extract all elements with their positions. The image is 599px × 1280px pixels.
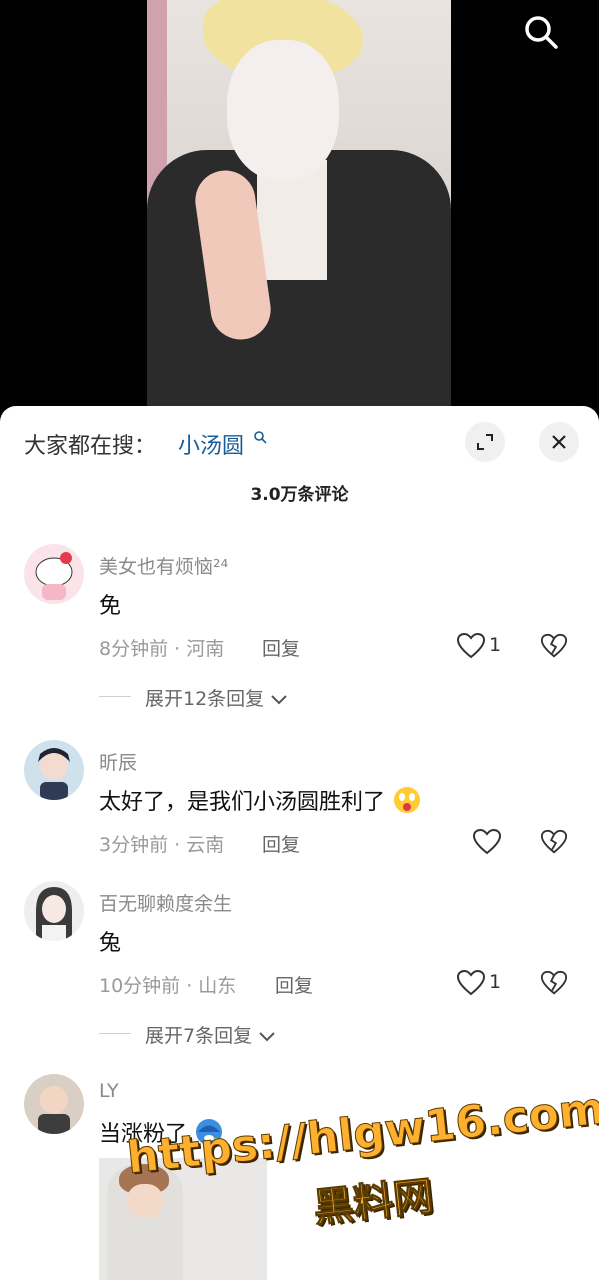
avatar[interactable]: [24, 1074, 84, 1134]
dislike-broken-heart-icon[interactable]: [540, 828, 568, 856]
chevron-down-icon: [271, 694, 287, 704]
reply-button[interactable]: 回复: [262, 830, 300, 857]
like-heart-icon[interactable]: [456, 632, 486, 660]
baby-photo-avatar-icon: [38, 1086, 70, 1134]
anime-girl-avatar-icon: [36, 887, 72, 941]
expand-icon: [477, 434, 493, 450]
trending-search-term[interactable]: 小汤圆: [178, 428, 244, 460]
comment-text: 免: [99, 594, 122, 619]
close-button[interactable]: [539, 422, 579, 462]
close-icon: [552, 435, 566, 449]
photo-face: [127, 1184, 163, 1218]
chevron-down-icon: [259, 1031, 275, 1041]
comment-text: 兔: [99, 931, 122, 956]
expand-replies-button[interactable]: 展开7条回复: [145, 1021, 276, 1048]
like-count: 1: [489, 971, 502, 993]
like-heart-icon[interactable]: [456, 969, 486, 997]
anime-boy-avatar-icon: [38, 748, 70, 800]
divider-line: [99, 1033, 131, 1034]
comment-username[interactable]: 美女也有烦恼²⁴: [99, 552, 228, 579]
video-player[interactable]: [0, 0, 599, 420]
expand-replies-label: 展开7条回复: [145, 1025, 253, 1047]
comment-username[interactable]: LY: [99, 1080, 119, 1102]
person-face: [227, 40, 339, 180]
divider-line: [99, 696, 131, 697]
moved-to-tears-emoji-icon: [394, 787, 421, 813]
like-count: 1: [489, 634, 502, 656]
search-icon[interactable]: [523, 14, 559, 50]
comments-count: 3.0万条评论: [250, 485, 349, 505]
like-heart-icon[interactable]: [472, 828, 502, 856]
reply-button[interactable]: 回复: [275, 971, 313, 998]
comment-username[interactable]: 昕辰: [99, 748, 137, 775]
comment-time-location: 10分钟前 · 山东: [99, 975, 237, 997]
reply-button[interactable]: 回复: [262, 634, 300, 661]
avatar[interactable]: [24, 740, 84, 800]
magnifier-small-icon[interactable]: [253, 430, 267, 444]
avatar[interactable]: [24, 544, 84, 604]
dislike-broken-heart-icon[interactable]: [540, 969, 568, 997]
hello-kitty-avatar-icon: [35, 552, 73, 600]
expand-button[interactable]: [465, 422, 505, 462]
video-frame: [147, 0, 451, 420]
expand-replies-button[interactable]: 展开12条回复: [145, 684, 288, 711]
sheet-header: 大家都在搜： 小汤圆: [0, 406, 599, 486]
comment-username[interactable]: 百无聊赖度余生: [99, 889, 232, 916]
comment-time-location: 8分钟前 · 河南: [99, 638, 225, 660]
comment-time-location: 3分钟前 · 云南: [99, 834, 225, 856]
trending-search-label: 大家都在搜：: [24, 434, 157, 459]
comment-text: 太好了，是我们小汤圆胜利了: [99, 784, 422, 816]
dislike-broken-heart-icon[interactable]: [540, 632, 568, 660]
avatar[interactable]: [24, 881, 84, 941]
comment-text-content: 太好了，是我们小汤圆胜利了: [99, 790, 386, 815]
expand-replies-label: 展开12条回复: [145, 688, 265, 710]
